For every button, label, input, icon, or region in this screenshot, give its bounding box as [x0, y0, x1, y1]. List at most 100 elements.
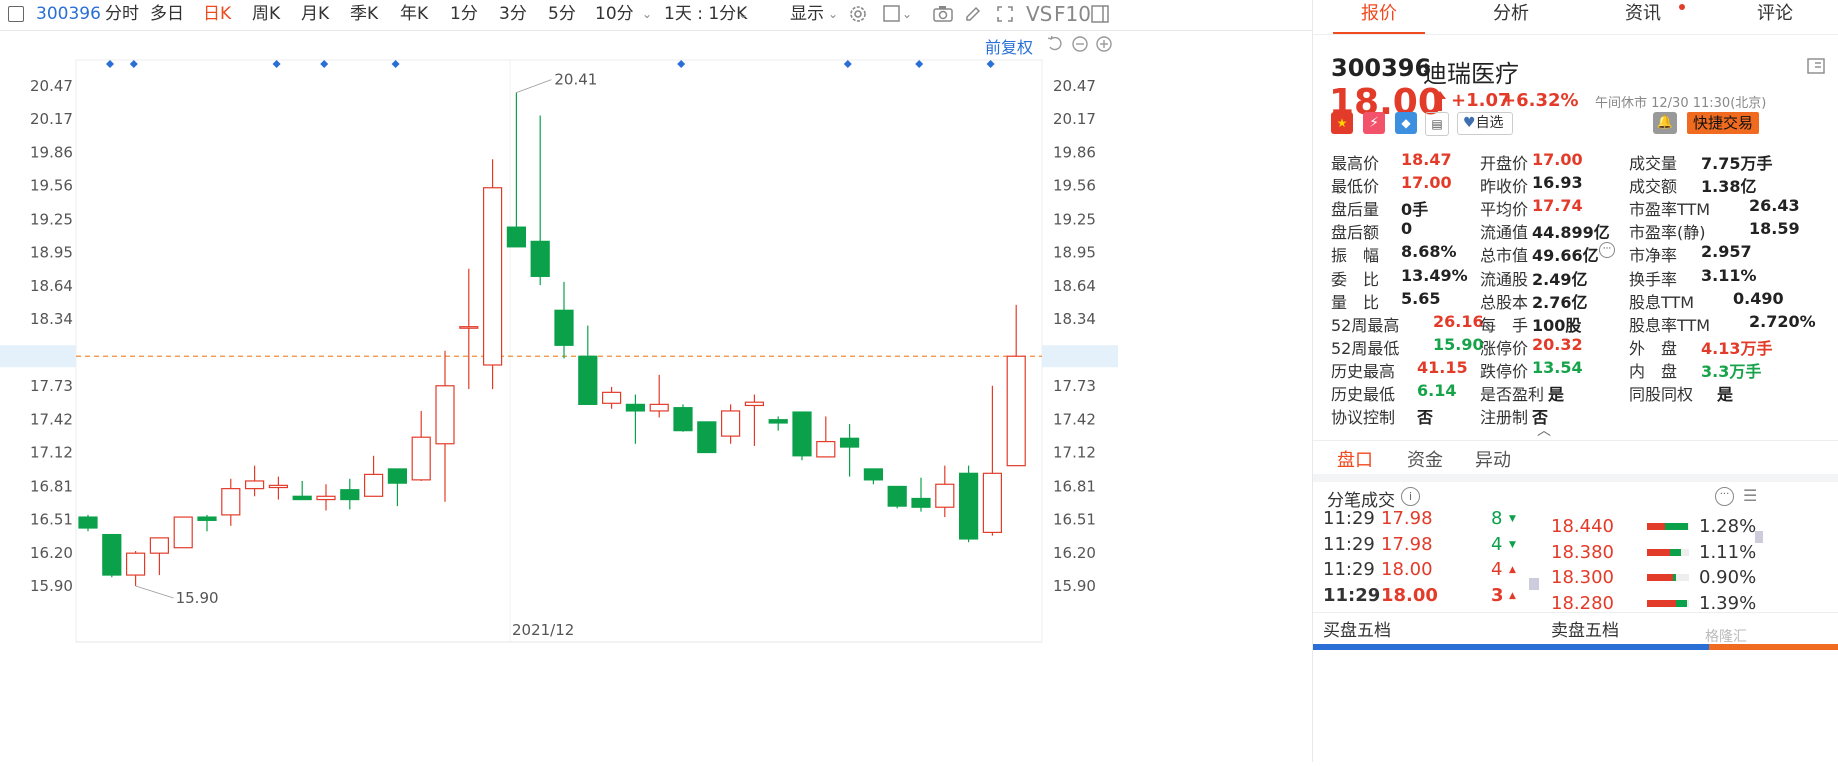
- heart-icon: ♥: [1463, 115, 1476, 131]
- quote-value: 18.59: [1749, 219, 1800, 239]
- dist-bar: [1647, 548, 1689, 556]
- candle-up: [173, 516, 193, 549]
- stock-code-label: 300396: [36, 4, 101, 24]
- quote-value: 3.3万手: [1701, 361, 1762, 381]
- candle-down: [102, 533, 122, 576]
- candle-up: [316, 495, 336, 501]
- display-chevron-down-icon[interactable]: ⌄: [828, 0, 838, 28]
- subtab-funds[interactable]: 资金: [1407, 446, 1443, 472]
- market-status: 午间休市 12/30 11:30(北京): [1595, 96, 1767, 111]
- display-menu[interactable]: 显示: [790, 0, 824, 28]
- quote-value: 17.74: [1532, 196, 1583, 216]
- tab-intraday[interactable]: 分时: [105, 0, 139, 28]
- tab-1min[interactable]: 1分: [450, 0, 478, 28]
- tab-analysis[interactable]: 分析: [1445, 0, 1577, 32]
- quote-label: 注册制: [1480, 408, 1529, 428]
- more-periods-chevron-icon[interactable]: ⌄: [642, 0, 652, 28]
- fullscreen-icon[interactable]: [995, 4, 1015, 24]
- dist-price: 18.440: [1551, 516, 1614, 537]
- more-options-icon[interactable]: ···: [1715, 487, 1734, 506]
- quote-label: 换手率: [1629, 269, 1678, 289]
- tab-quarterly-k[interactable]: 季K: [350, 0, 378, 28]
- tab-comments[interactable]: 评论: [1709, 0, 1838, 32]
- period-select[interactable]: 1天 : 1分K: [664, 0, 747, 28]
- quote-label: 开盘价: [1480, 154, 1529, 173]
- tab-yearly-k[interactable]: 年K: [400, 0, 428, 28]
- quick-trade-button[interactable]: 快捷交易: [1687, 112, 1759, 134]
- quote-label: 盘后额: [1331, 223, 1380, 243]
- plot-frame: [75, 59, 1043, 643]
- checkbox-icon[interactable]: [882, 4, 902, 24]
- quote-label: 52周最低: [1331, 338, 1400, 358]
- panel-toggle-icon[interactable]: [8, 6, 24, 22]
- checkbox-chevron-icon[interactable]: ⌄: [902, 0, 912, 28]
- restore-adjust-button[interactable]: 前复权: [985, 34, 1033, 58]
- event-marker-icon: [391, 60, 400, 68]
- camera-icon[interactable]: [932, 4, 953, 24]
- quote-label: 最高价: [1331, 154, 1380, 173]
- quote-value: 2.49亿: [1532, 269, 1588, 289]
- tick-volume: 8: [1491, 508, 1503, 529]
- y-tick-label-right: 17.73: [1053, 377, 1096, 395]
- event-marker-icon: [129, 60, 138, 68]
- list-view-icon[interactable]: ☰: [1743, 486, 1757, 505]
- tab-5min[interactable]: 5分: [548, 0, 576, 28]
- tab-daily-k[interactable]: 日K: [203, 0, 231, 28]
- pencil-icon[interactable]: [963, 4, 983, 24]
- quote-value: 13.49%: [1401, 265, 1468, 285]
- alert-bell-icon[interactable]: 🔔: [1653, 112, 1677, 134]
- settings-gear-icon[interactable]: [848, 4, 868, 24]
- y-tick-label-right: 19.56: [1053, 177, 1096, 195]
- add-watchlist-button[interactable]: ♥自选: [1457, 112, 1513, 135]
- tab-monthly-k[interactable]: 月K: [301, 0, 329, 28]
- candle-up: [221, 488, 241, 516]
- event-marker-icon: [272, 60, 281, 68]
- tab-quote[interactable]: 报价: [1313, 0, 1445, 32]
- quote-label: 成交额: [1629, 177, 1678, 197]
- zoom-out-icon[interactable]: [1071, 35, 1089, 57]
- tag-icon[interactable]: ◆: [1395, 112, 1417, 134]
- y-tick-label-right: 20.17: [1053, 110, 1096, 128]
- bookmark-icon[interactable]: ▤: [1425, 112, 1449, 136]
- market-cap-more-icon[interactable]: ···: [1599, 242, 1615, 259]
- undo-icon[interactable]: [1046, 35, 1064, 57]
- subtab-movement[interactable]: 异动: [1475, 446, 1511, 472]
- quote-value: 5.65: [1401, 288, 1441, 308]
- quote-label: 股息率TTM: [1629, 315, 1711, 335]
- quote-label: 总市值: [1480, 246, 1529, 266]
- tab-multiday[interactable]: 多日: [150, 0, 184, 28]
- tab-3min[interactable]: 3分: [499, 0, 527, 28]
- candle-down: [197, 516, 217, 521]
- y-tick-label-left: 17.73: [30, 377, 73, 395]
- subtab-orderbook[interactable]: 盘口: [1337, 446, 1373, 472]
- section-gap: [1313, 474, 1838, 482]
- y-tick-label-left: 18.95: [30, 243, 73, 261]
- y-tick-label-right: 19.25: [1053, 210, 1096, 228]
- zoom-in-icon[interactable]: [1095, 35, 1113, 57]
- info-icon[interactable]: i: [1401, 487, 1420, 506]
- quote-label: 市净率: [1629, 246, 1678, 266]
- candle-down: [506, 226, 526, 248]
- quote-label: 每 手: [1480, 315, 1529, 335]
- vs-compare-button[interactable]: VS: [1026, 0, 1052, 28]
- divider: [1313, 440, 1838, 441]
- scrollbar-thumb[interactable]: [1755, 531, 1763, 543]
- y-tick-label-right: 17.12: [1053, 444, 1096, 462]
- f10-button[interactable]: F10: [1054, 0, 1091, 28]
- lightning-icon[interactable]: ⚡: [1363, 112, 1385, 134]
- tab-news[interactable]: 资讯: [1577, 0, 1709, 32]
- collapse-chevron-icon[interactable]: ︿: [1537, 420, 1551, 440]
- event-marker-icon: [986, 60, 995, 68]
- layout-toggle-icon[interactable]: [1807, 58, 1825, 78]
- candle-up: [435, 385, 455, 445]
- period-chevron-down-icon[interactable]: ⌄: [738, 0, 748, 28]
- dist-bar-buy: [1647, 599, 1677, 607]
- kline-chart[interactable]: 前复权 20.47 20.47 20.17 20.17 19.86 19.86 19.56 1…: [0, 30, 1312, 762]
- scrollbar-thumb[interactable]: [1529, 578, 1539, 590]
- sidebar-toggle-icon[interactable]: [1090, 4, 1110, 24]
- quote-value: 26.16: [1433, 311, 1484, 331]
- quote-label: 涨停价: [1480, 338, 1529, 358]
- tab-10min[interactable]: 10分: [595, 0, 634, 28]
- tick-up-arrow-icon: ▲: [1509, 565, 1516, 575]
- tab-weekly-k[interactable]: 周K: [252, 0, 280, 28]
